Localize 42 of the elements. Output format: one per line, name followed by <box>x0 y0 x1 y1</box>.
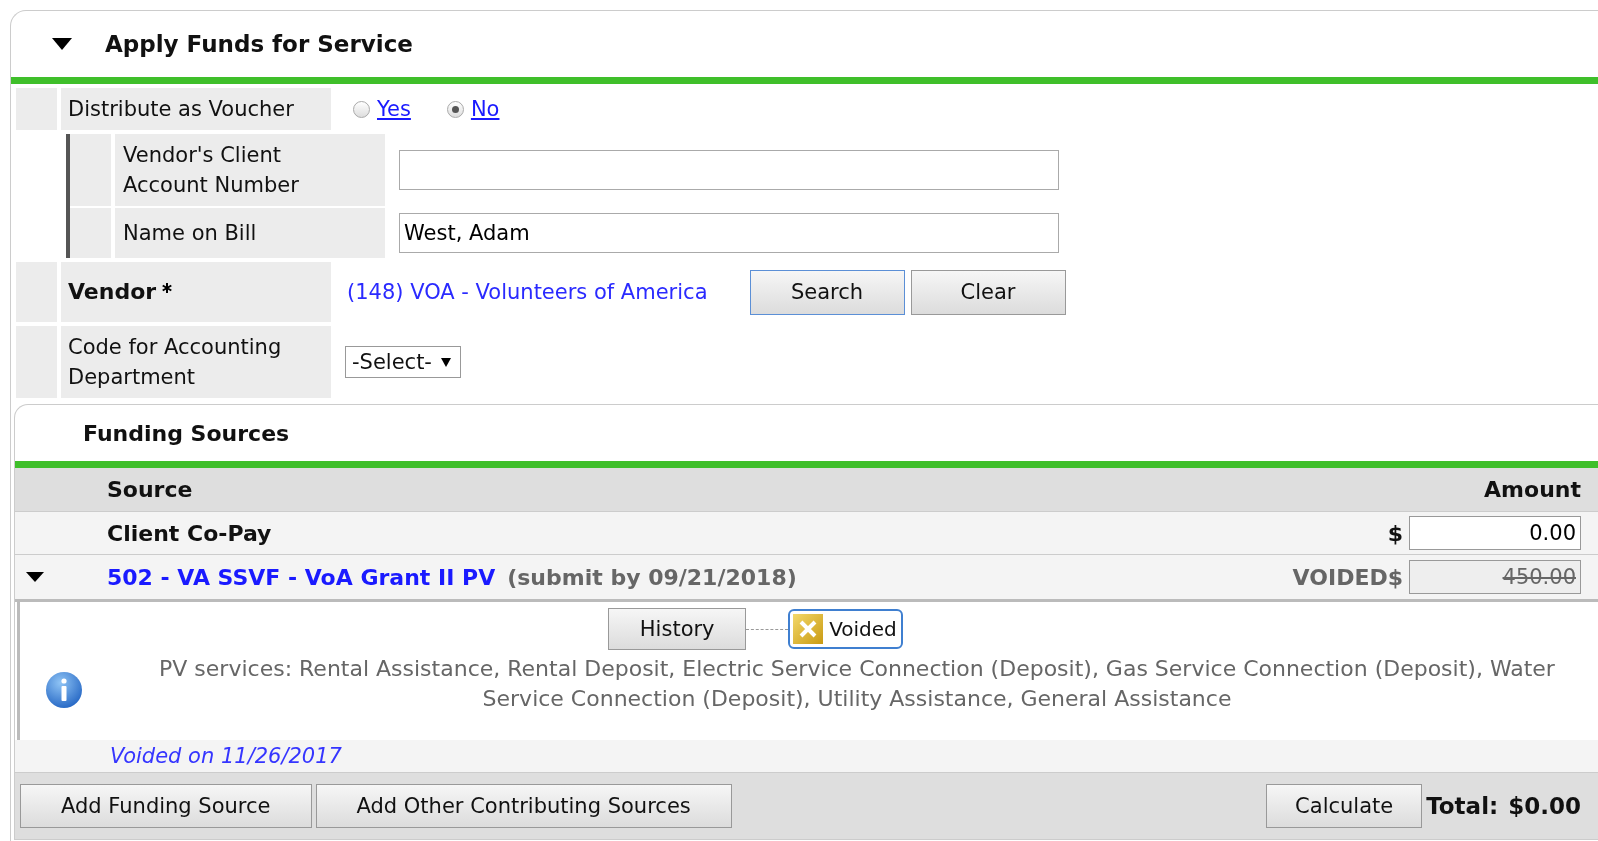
caret-icon <box>439 356 452 368</box>
radio-label-link[interactable]: Yes <box>377 97 411 121</box>
column-header: Amount <box>1484 477 1581 502</box>
amount-field[interactable]: 0.00 <box>1409 516 1581 550</box>
calculate-button[interactable]: Calculate <box>1266 784 1423 828</box>
text-field[interactable]: West, Adam <box>399 213 1059 253</box>
text-field[interactable] <box>399 150 1059 190</box>
currency-label: VOIDED$ <box>1292 564 1403 590</box>
status-text: Voided <box>829 617 897 641</box>
voided-date: Voided on 11/26/2017 <box>110 744 342 768</box>
field-label: Distribute as Voucher <box>61 88 331 130</box>
vendor-link[interactable]: (148) VOA - Volunteers of America <box>347 280 708 304</box>
select-dropdown[interactable]: -Select- <box>345 346 461 378</box>
close-icon <box>793 614 824 644</box>
field-label: Vendor <box>68 278 157 306</box>
section-title: Apply Funds for Service <box>105 31 413 57</box>
section-title: Funding Sources <box>83 420 290 446</box>
services-text: PV services: Rental Assistance, Rental Deposit, Electric Service Connection (Deposit), Gas Service Connection (Deposit), Water Service Connection (Deposit), Utility Assistance, General Assistance <box>158 655 1556 713</box>
form-button[interactable]: Search <box>749 269 905 315</box>
radio-label-link[interactable]: No <box>470 97 500 121</box>
form-button[interactable]: Clear <box>910 269 1066 315</box>
row-gutter <box>70 134 111 206</box>
grant-link[interactable]: 502 - VA SSVF - VoA Grant II PV <box>107 564 496 590</box>
collapse-icon[interactable] <box>25 571 45 583</box>
info-icon <box>45 671 83 709</box>
amount-field[interactable]: 450.00 <box>1409 560 1581 594</box>
submit-note: (submit by 09/21/2018) <box>507 564 797 590</box>
row-gutter <box>70 208 111 258</box>
total-value: $0.00 <box>1508 793 1581 819</box>
currency-label: $ <box>1387 520 1403 546</box>
column-header: Source <box>107 477 193 502</box>
field-label: Name on Bill <box>115 208 385 258</box>
radio-button[interactable] <box>353 100 370 118</box>
field-label: Vendor's Client Account Number <box>115 134 385 206</box>
footer-button[interactable]: Add Funding Source <box>20 784 312 828</box>
collapse-icon[interactable] <box>51 37 73 51</box>
footer-button[interactable]: Add Other Contributing Sources <box>315 784 732 828</box>
table-cell-text: Client Co-Pay <box>107 520 273 546</box>
field-label: Code for Accounting Department <box>61 326 331 398</box>
radio-button[interactable] <box>446 100 464 118</box>
total-label: Total: <box>1426 793 1499 819</box>
history-button[interactable]: History <box>608 608 747 650</box>
